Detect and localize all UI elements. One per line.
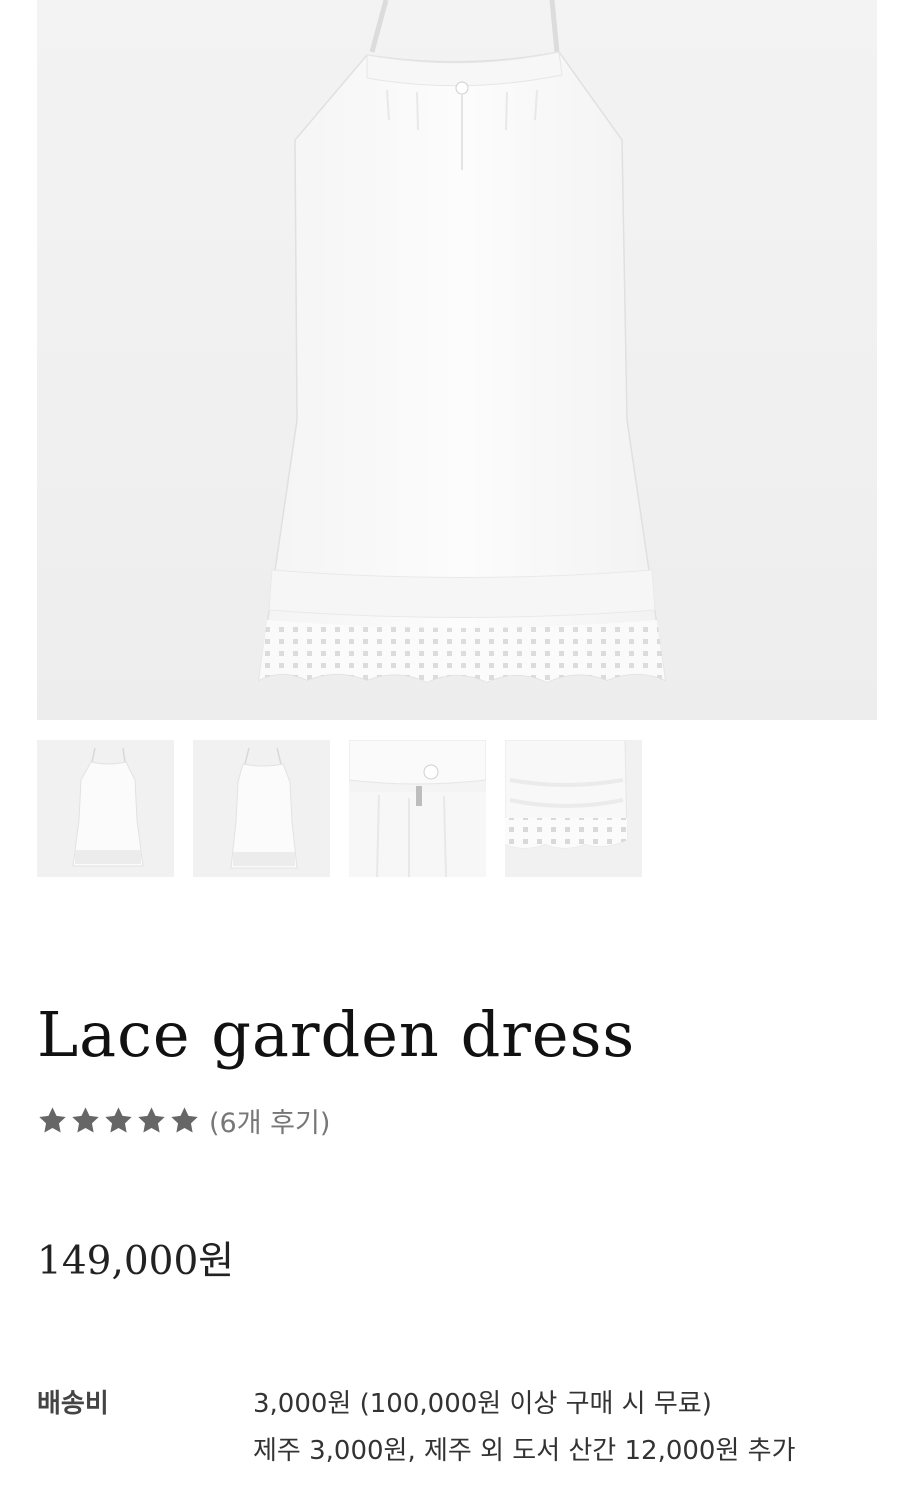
thumbnail-button-detail[interactable] bbox=[349, 740, 486, 877]
main-product-image[interactable] bbox=[37, 0, 877, 720]
thumbnail-2-image bbox=[193, 740, 330, 877]
shipping-label: 배송비 bbox=[37, 1389, 109, 1419]
star-icon bbox=[105, 1106, 132, 1133]
thumbnail-4-image bbox=[505, 740, 642, 877]
star-icon bbox=[39, 1106, 66, 1133]
product-price: 149,000원 bbox=[37, 1239, 235, 1284]
thumbnail-dress-front[interactable] bbox=[37, 740, 174, 877]
star-icon bbox=[138, 1106, 165, 1133]
dress-illustration bbox=[258, 0, 666, 683]
product-title: Lace garden dress bbox=[37, 998, 636, 1071]
thumbnail-hem-detail[interactable] bbox=[505, 740, 642, 877]
shipping-extra-fee-text: 제주 3,000원, 제주 외 도서 산간 12,000원 추가 bbox=[253, 1436, 796, 1466]
rating-stars bbox=[37, 1105, 200, 1136]
star-icon bbox=[72, 1106, 99, 1133]
star-icon bbox=[171, 1106, 198, 1133]
product-rating[interactable]: (6개 후기) bbox=[37, 1100, 330, 1140]
review-count-link[interactable]: (6개 후기) bbox=[209, 1101, 330, 1140]
thumbnail-1-image bbox=[37, 740, 174, 877]
thumbnail-3-image bbox=[349, 740, 486, 877]
thumbnail-dress-back[interactable] bbox=[193, 740, 330, 877]
shipping-fee-text: 3,000원 (100,000원 이상 구매 시 무료) bbox=[253, 1389, 712, 1419]
